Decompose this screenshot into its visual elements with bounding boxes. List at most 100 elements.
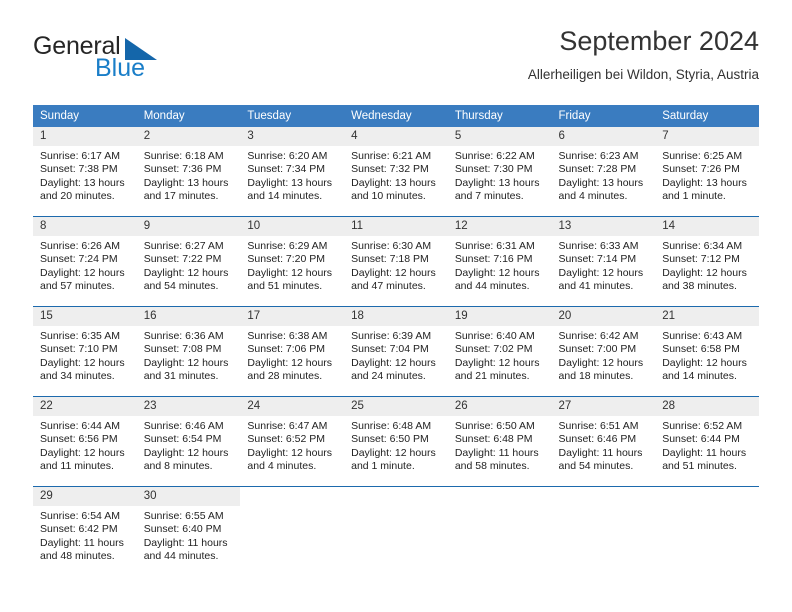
daylight-duration-line1: Daylight: 13 hours — [40, 176, 125, 189]
calendar-day-cell[interactable]: 27 Sunrise: 6:51 AM Sunset: 6:46 PM Dayligh… — [551, 396, 656, 487]
sunrise-time: Sunrise: 6:40 AM — [454, 330, 535, 342]
sunrise-time: Sunrise: 6:55 AM — [143, 510, 224, 522]
calendar-day-cell[interactable]: 13 Sunrise: 6:33 AM Sunset: 7:14 PM Dayligh… — [551, 216, 656, 307]
daylight-duration-line2: and 21 minutes. — [454, 369, 530, 382]
calendar-day-cell[interactable]: 20 Sunrise: 6:42 AM Sunset: 7:00 PM Dayligh… — [551, 306, 656, 397]
day-number: 15 — [33, 307, 137, 326]
daylight-duration-line1: Daylight: 12 hours — [143, 356, 229, 369]
day-number: 18 — [344, 307, 448, 326]
calendar-day-cell[interactable]: 22 Sunrise: 6:44 AM Sunset: 6:56 PM Dayligh… — [33, 396, 137, 487]
sunset-time: Sunset: 7:08 PM — [143, 343, 222, 356]
daylight-duration-line1: Daylight: 12 hours — [247, 266, 333, 279]
daylight-duration-line2: and 51 minutes. — [247, 279, 323, 292]
day-number: 1 — [33, 127, 137, 146]
day-details: Sunrise: 6:39 AM Sunset: 7:04 PM Daylight:… — [344, 326, 448, 383]
general-blue-logo[interactable]: General Blue — [33, 32, 223, 84]
daylight-duration-line2: and 18 minutes. — [558, 369, 634, 382]
sunrise-time: Sunrise: 6:30 AM — [351, 240, 432, 252]
daylight-duration-line2: and 11 minutes. — [40, 459, 114, 472]
day-number: 25 — [344, 397, 448, 416]
calendar-day-cell[interactable]: 5 Sunrise: 6:22 AM Sunset: 7:30 PM Daylight… — [447, 127, 552, 217]
daylight-duration-line2: and 24 minutes. — [351, 369, 426, 382]
day-number: 14 — [655, 217, 759, 236]
calendar-day-cell[interactable]: 1 Sunrise: 6:17 AM Sunset: 7:38 PM Daylight… — [33, 127, 137, 217]
daylight-duration-line2: and 31 minutes. — [143, 369, 219, 382]
day-number — [240, 487, 344, 506]
day-number: 21 — [655, 307, 759, 326]
weekday-header-saturday: Saturday — [655, 105, 759, 127]
weekday-header-sunday: Sunday — [33, 105, 137, 127]
day-number: 3 — [240, 127, 345, 146]
sunset-time: Sunset: 7:36 PM — [143, 163, 222, 176]
daylight-duration-line1: Daylight: 11 hours — [454, 446, 539, 459]
sunset-time: Sunset: 7:24 PM — [40, 253, 118, 266]
calendar-day-cell[interactable]: 11 Sunrise: 6:30 AM Sunset: 7:18 PM Dayligh… — [344, 216, 448, 307]
day-details: Sunrise: 6:20 AM Sunset: 7:34 PM Daylight:… — [240, 146, 344, 203]
calendar-page: General Blue September 2024 Allerheilige… — [0, 0, 792, 612]
calendar-day-cell[interactable]: 18 Sunrise: 6:39 AM Sunset: 7:04 PM Dayligh… — [344, 306, 448, 397]
daylight-duration-line2: and 10 minutes. — [351, 189, 426, 202]
daylight-duration-line1: Daylight: 12 hours — [40, 356, 125, 369]
daylight-duration-line2: and 14 minutes. — [662, 369, 737, 382]
calendar-day-cell[interactable]: 25 Sunrise: 6:48 AM Sunset: 6:50 PM Dayligh… — [344, 396, 448, 487]
sunset-time: Sunset: 7:32 PM — [351, 163, 429, 176]
sunset-time: Sunset: 7:12 PM — [662, 253, 740, 266]
sunset-time: Sunset: 6:48 PM — [454, 433, 533, 446]
sunset-time: Sunset: 7:10 PM — [40, 343, 118, 356]
calendar-day-cell[interactable]: 6 Sunrise: 6:23 AM Sunset: 7:28 PM Daylight… — [551, 127, 656, 217]
calendar-day-cell[interactable]: 21 Sunrise: 6:43 AM Sunset: 6:58 PM Dayligh… — [655, 306, 759, 397]
sunrise-time: Sunrise: 6:46 AM — [143, 420, 224, 432]
page-title: September 2024 — [559, 26, 759, 56]
calendar-day-cell[interactable]: 28 Sunrise: 6:52 AM Sunset: 6:44 PM Dayligh… — [655, 396, 759, 487]
calendar-day-cell[interactable]: 23 Sunrise: 6:46 AM Sunset: 6:54 PM Dayligh… — [136, 396, 241, 487]
calendar-day-cell[interactable]: 14 Sunrise: 6:34 AM Sunset: 7:12 PM Dayligh… — [655, 216, 759, 307]
weekday-header-thursday: Thursday — [447, 105, 552, 127]
sunrise-time: Sunrise: 6:23 AM — [558, 150, 639, 162]
daylight-duration-line2: and 48 minutes. — [40, 549, 115, 562]
weekday-header-monday: Monday — [136, 105, 241, 127]
sunrise-time: Sunrise: 6:26 AM — [40, 240, 120, 252]
day-details: Sunrise: 6:29 AM Sunset: 7:20 PM Daylight:… — [240, 236, 344, 293]
calendar-day-cell[interactable]: 29 Sunrise: 6:54 AM Sunset: 6:42 PM Dayligh… — [33, 486, 137, 576]
sunset-time: Sunset: 7:04 PM — [351, 343, 429, 356]
daylight-duration-line2: and 57 minutes. — [40, 279, 115, 292]
daylight-duration-line2: and 41 minutes. — [558, 279, 634, 292]
calendar-day-cell[interactable]: 15 Sunrise: 6:35 AM Sunset: 7:10 PM Dayligh… — [33, 306, 137, 397]
day-number: 30 — [136, 487, 241, 506]
sunrise-time: Sunrise: 6:52 AM — [662, 420, 743, 432]
sunrise-time: Sunrise: 6:22 AM — [454, 150, 535, 162]
daylight-duration-line2: and 17 minutes. — [143, 189, 219, 202]
calendar-day-cell[interactable]: 24 Sunrise: 6:47 AM Sunset: 6:52 PM Dayligh… — [240, 396, 345, 487]
day-number — [655, 487, 759, 506]
sunset-time: Sunset: 7:20 PM — [247, 253, 326, 266]
sunset-time: Sunset: 7:16 PM — [454, 253, 533, 266]
calendar-day-cell[interactable]: 4 Sunrise: 6:21 AM Sunset: 7:32 PM Daylight… — [344, 127, 448, 217]
sunset-time: Sunset: 7:38 PM — [40, 163, 118, 176]
calendar-day-cell[interactable]: 10 Sunrise: 6:29 AM Sunset: 7:20 PM Dayligh… — [240, 216, 345, 307]
day-details: Sunrise: 6:51 AM Sunset: 6:46 PM Daylight:… — [552, 416, 656, 473]
calendar-day-cell[interactable]: 16 Sunrise: 6:36 AM Sunset: 7:08 PM Dayligh… — [136, 306, 241, 397]
day-details: Sunrise: 6:26 AM Sunset: 7:24 PM Daylight:… — [33, 236, 137, 293]
day-details: Sunrise: 6:22 AM Sunset: 7:30 PM Daylight:… — [448, 146, 552, 203]
calendar-day-cell[interactable]: 26 Sunrise: 6:50 AM Sunset: 6:48 PM Dayligh… — [447, 396, 552, 487]
calendar-day-cell[interactable]: 19 Sunrise: 6:40 AM Sunset: 7:02 PM Dayligh… — [447, 306, 552, 397]
day-number — [448, 487, 552, 506]
calendar-day-cell-empty — [655, 486, 759, 576]
daylight-duration-line2: and 8 minutes. — [143, 459, 213, 472]
weekday-header-row: Sunday Monday Tuesday Wednesday Thursday… — [33, 105, 759, 127]
calendar-day-cell[interactable]: 2 Sunrise: 6:18 AM Sunset: 7:36 PM Daylight… — [136, 127, 241, 217]
day-number: 2 — [136, 127, 241, 146]
calendar-day-cell[interactable]: 17 Sunrise: 6:38 AM Sunset: 7:06 PM Dayligh… — [240, 306, 345, 397]
calendar-day-cell[interactable]: 30 Sunrise: 6:55 AM Sunset: 6:40 PM Dayligh… — [136, 486, 241, 576]
day-number: 8 — [33, 217, 137, 236]
calendar-day-cell[interactable]: 3 Sunrise: 6:20 AM Sunset: 7:34 PM Daylight… — [240, 127, 345, 217]
calendar-day-cell[interactable]: 7 Sunrise: 6:25 AM Sunset: 7:26 PM Daylight… — [655, 127, 759, 217]
daylight-duration-line2: and 44 minutes. — [143, 549, 219, 562]
daylight-duration-line1: Daylight: 12 hours — [351, 266, 436, 279]
sunrise-time: Sunrise: 6:31 AM — [454, 240, 535, 252]
calendar-day-cell[interactable]: 12 Sunrise: 6:31 AM Sunset: 7:16 PM Dayligh… — [447, 216, 552, 307]
daylight-duration-line2: and 54 minutes. — [143, 279, 219, 292]
calendar-day-cell[interactable]: 8 Sunrise: 6:26 AM Sunset: 7:24 PM Daylight… — [33, 216, 137, 307]
sunset-time: Sunset: 7:34 PM — [247, 163, 326, 176]
calendar-day-cell[interactable]: 9 Sunrise: 6:27 AM Sunset: 7:22 PM Daylight… — [136, 216, 241, 307]
